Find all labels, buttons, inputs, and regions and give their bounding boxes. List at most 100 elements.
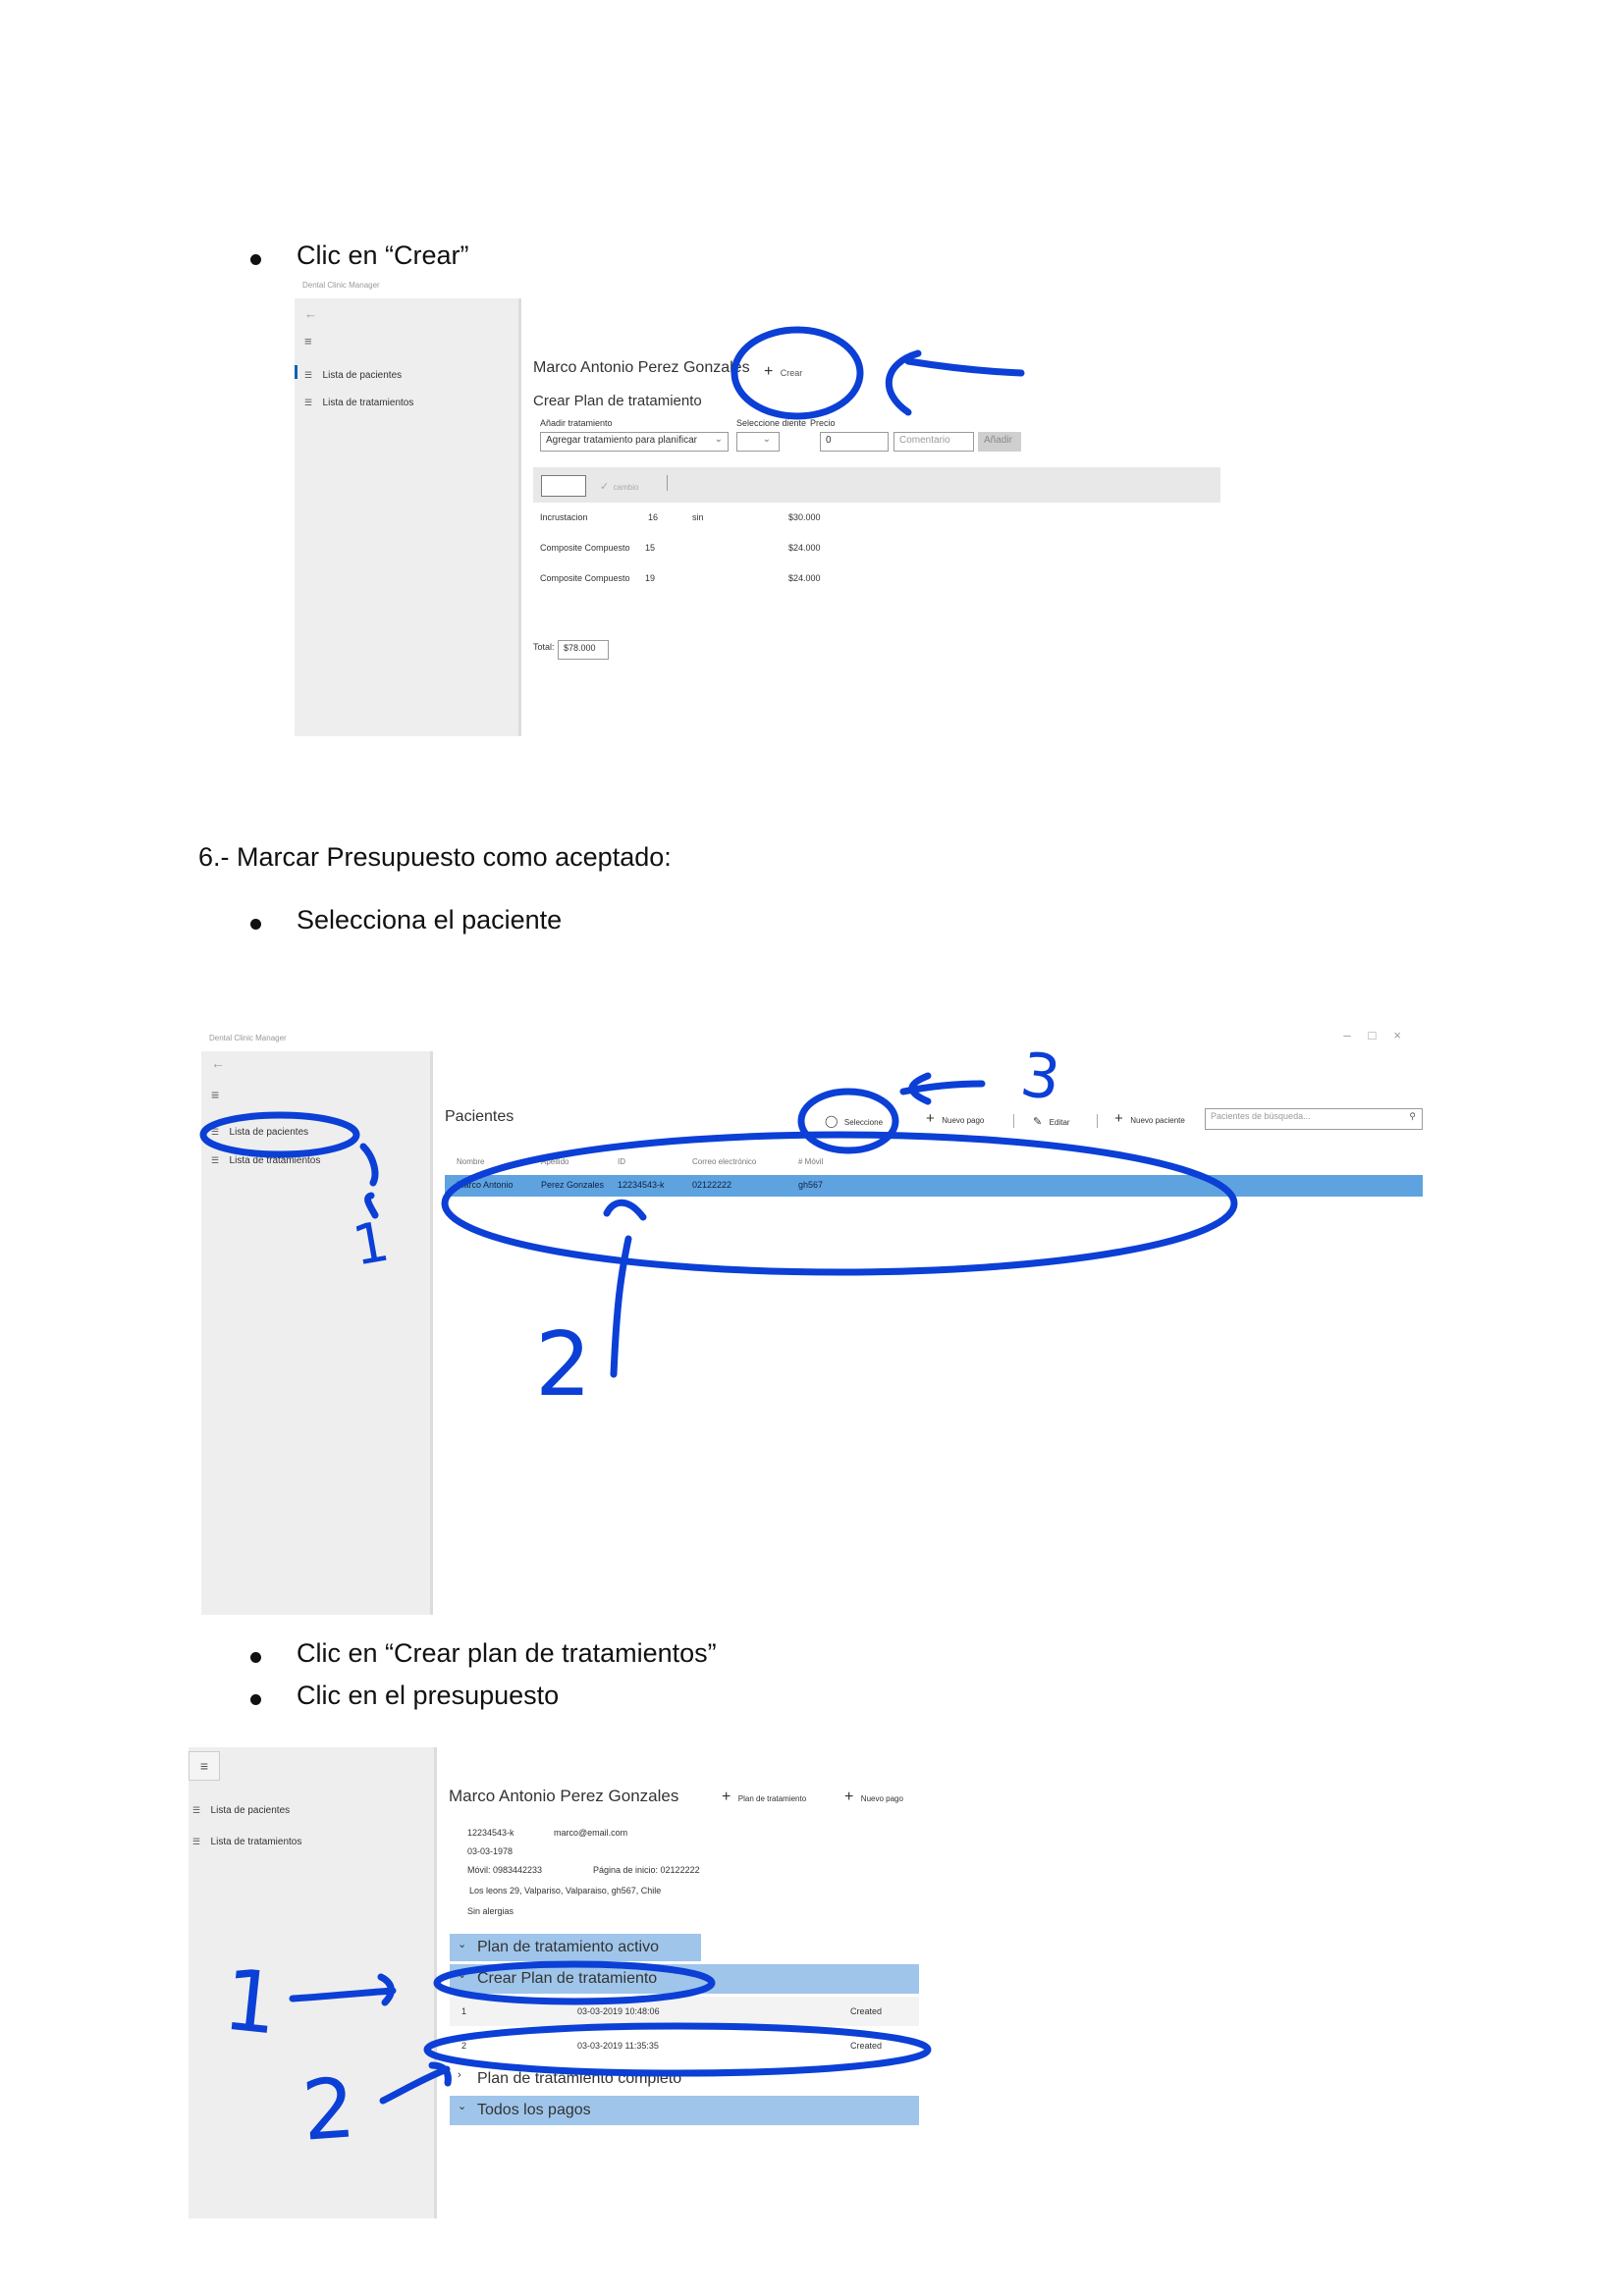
sidebar-item-pacientes[interactable]: ☰ Lista de pacientes [304,365,402,383]
crear-button[interactable]: + Crear [764,363,802,381]
maximize-icon[interactable]: □ [1369,1028,1394,1042]
table-header: Nombre Apellido ID Correo electrónico # … [445,1157,1423,1173]
plan-row[interactable]: 2 03-03-2019 11:35:35 Created [450,2030,919,2061]
hamburger-icon: ≡ [199,1758,209,1774]
treatment-comment: sin [692,512,704,522]
nuevo-pago-button[interactable]: + Nuevo pago [844,1789,903,1806]
edit-input[interactable] [541,475,586,497]
divider [667,475,668,491]
bullet-crear-plan: Clic en “Crear plan de tratamientos” [297,1638,717,1668]
plus-icon: + [926,1110,935,1127]
add-button[interactable]: Añadir [978,432,1021,452]
sidebar-item-tratamientos[interactable]: ☰ Lista de tratamientos [304,393,413,410]
bullet-point [250,1652,261,1663]
treatment-name: Incrustacion [540,512,588,522]
window-controls: –□× [1343,1028,1419,1042]
sidebar-item-label: Lista de tratamientos [322,398,414,408]
plan-row[interactable]: 1 03-03-2019 10:48:06 Created [450,1997,919,2026]
add-treatment-label: Añadir tratamiento [540,418,613,428]
edit-toolbar: ✓ cambio [533,467,1220,503]
hamburger-icon[interactable]: ≡ [304,334,312,348]
plan-date: 03-03-2019 10:48:06 [577,2006,660,2016]
bullet-point [250,919,261,930]
section-label: Plan de tratamiento completo [477,2070,682,2087]
section-plan-completo[interactable]: › Plan de tratamiento completo [450,2065,919,2093]
checkmark-icon: ✓ [600,481,610,493]
nuevo-paciente-label: Nuevo paciente [1130,1116,1185,1125]
bullet-point [250,1694,261,1705]
treatment-dropdown[interactable]: Agregar tratamiento para planificar ⌄ [540,432,729,452]
sidebar: ← ≡ ☰ Lista de pacientes ☰ Lista de trat… [201,1051,433,1615]
back-arrow-icon[interactable]: ← [304,306,317,321]
patient-birth: 03-03-1978 [467,1846,514,1856]
chevron-right-icon: › [458,2069,461,2081]
screenshot-pacientes: Dental Clinic Manager –□× ← ≡ ☰ Lista de… [201,1026,1429,1615]
patient-name: Marco Antonio Perez Gonzales [533,359,750,376]
patient-email: marco@email.com [554,1828,628,1838]
total-label: Total: [533,642,555,652]
bullet-presupuesto: Clic en el presupuesto [297,1681,560,1710]
nuevo-paciente-button[interactable]: + Nuevo paciente [1114,1110,1185,1128]
page-title: Pacientes [445,1108,514,1125]
crear-label: Crear [780,368,803,378]
divider [1097,1114,1098,1128]
person-icon: ◯ [825,1114,839,1128]
sidebar-item-pacientes[interactable]: ☰ Lista de pacientes [192,1800,290,1818]
price-label: Precio [810,418,836,428]
price-input[interactable]: 0 [820,432,889,452]
table-row[interactable]: Marco Antonio Perez Gonzales 12234543-k … [445,1175,1423,1197]
search-input[interactable]: Pacientes de búsqueda... ⚲ [1205,1108,1423,1130]
sidebar: ← ≡ ☰ Lista de pacientes ☰ Lista de trat… [295,298,521,736]
cambio-button[interactable]: ✓ cambio [600,477,638,495]
tooth-dropdown[interactable]: ⌄ [736,432,780,452]
annotation-number: 2 [535,1313,592,1416]
nuevo-pago-button[interactable]: + Nuevo pago [926,1110,984,1128]
column-header[interactable]: ID [618,1157,625,1166]
section-plan-activo[interactable]: ⌄ Plan de tratamiento activo [450,1934,701,1961]
minimize-icon[interactable]: – [1343,1028,1368,1042]
treatment-row[interactable]: Composite Compuesto 19 $24.000 [540,573,933,591]
annotation-number: 2 [298,2059,358,2160]
comment-input[interactable]: Comentario [893,432,974,452]
patient-id: 12234543-k [467,1828,514,1838]
editar-label: Editar [1049,1118,1070,1127]
treatment-price: $24.000 [788,543,821,553]
total-value: $78.000 [558,640,609,660]
sidebar-item-label: Lista de pacientes [229,1127,309,1138]
bullet-point [250,254,261,265]
sidebar-item-pacientes[interactable]: ☰ Lista de pacientes [211,1122,308,1140]
plan-status: Created [850,2006,883,2016]
list-icon: ☰ [192,1805,201,1815]
sidebar-item-tratamientos[interactable]: ☰ Lista de tratamientos [192,1832,301,1849]
sidebar-item-label: Lista de pacientes [210,1805,291,1816]
treatment-row[interactable]: Composite Compuesto 15 $24.000 [540,543,933,561]
sidebar-item-tratamientos[interactable]: ☰ Lista de tratamientos [211,1150,320,1168]
chevron-down-icon: ⌄ [458,1969,467,1981]
plan-tratamiento-button[interactable]: + Plan de tratamiento [722,1789,806,1806]
cell-nombre: Marco Antonio [457,1180,514,1190]
sidebar-item-label: Lista de tratamientos [229,1155,321,1166]
list-icon: ☰ [304,370,313,380]
editar-button[interactable]: ✎ Editar [1033,1112,1070,1130]
column-header[interactable]: Correo electrónico [692,1157,756,1166]
column-header[interactable]: Nombre [457,1157,484,1166]
close-icon[interactable]: × [1393,1028,1419,1042]
hamburger-button[interactable]: ≡ [189,1751,220,1781]
plan-date: 03-03-2019 11:35:35 [577,2041,659,2051]
hamburger-icon[interactable]: ≡ [211,1087,219,1102]
column-header[interactable]: # Móvil [798,1157,823,1166]
seleccione-button[interactable]: ◯ Seleccione [825,1112,883,1130]
screenshot-paciente-detalle: ≡ ☰ Lista de pacientes ☰ Lista de tratam… [189,1747,935,2218]
section-label: Todos los pagos [477,2102,591,2118]
cell-correo: 02122222 [692,1180,732,1190]
treatment-row[interactable]: Incrustacion 16 sin $30.000 [540,512,933,530]
section-crear-plan[interactable]: ⌄ Crear Plan de tratamiento [450,1964,919,1994]
column-header[interactable]: Apellido [541,1157,568,1166]
cell-apellido: Perez Gonzales [541,1180,605,1190]
back-arrow-icon[interactable]: ← [211,1055,225,1071]
chevron-down-icon: ⌄ [458,1939,467,1950]
patient-address: Los leons 29, Valpariso, Valparaiso, gh5… [469,1886,662,1896]
section-todos-pagos[interactable]: ⌄ Todos los pagos [450,2096,919,2125]
plan-tratamiento-label: Plan de tratamiento [737,1794,807,1803]
app-title: Dental Clinic Manager [302,281,380,290]
